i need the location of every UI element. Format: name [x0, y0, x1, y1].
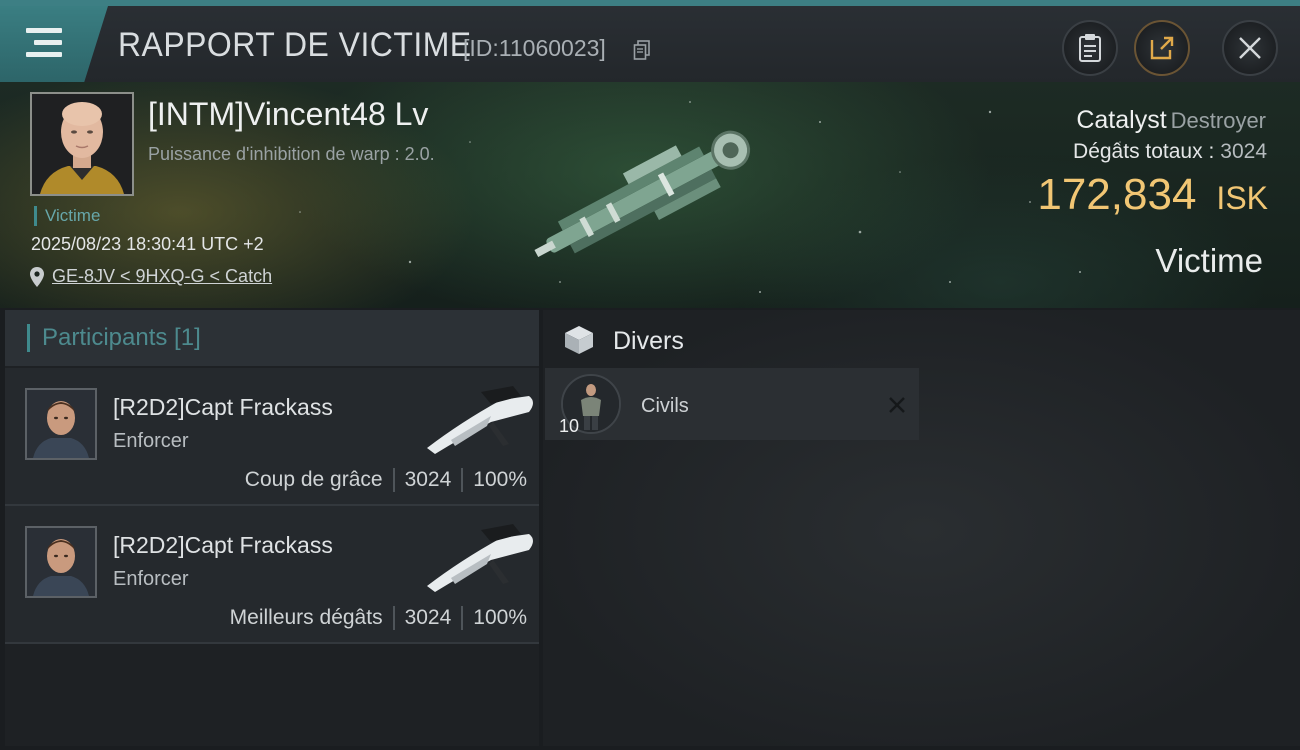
- divers-title: Divers: [613, 327, 684, 355]
- participant-ship: Enforcer: [113, 430, 189, 452]
- participants-header: Participants [1]: [5, 310, 539, 366]
- participant-ship: Enforcer: [113, 568, 189, 590]
- close-icon[interactable]: [888, 396, 906, 414]
- participant-name[interactable]: [R2D2]Capt Frackass: [113, 532, 333, 559]
- clipboard-icon: [1079, 34, 1101, 62]
- row-divider: [5, 642, 539, 644]
- participant-portrait-image: [27, 390, 95, 458]
- participants-title: Participants [1]: [27, 324, 201, 352]
- victim-banner: [INTM]Vincent48 Lv Puissance d'inhibitio…: [0, 82, 1300, 308]
- victim-role: Victime: [1155, 242, 1263, 279]
- copy-icon[interactable]: [633, 40, 651, 60]
- report-id: [ID:11060023]: [463, 35, 606, 61]
- participant-avatar[interactable]: [25, 526, 97, 598]
- participants-panel: Participants [1] [R2D2]Capt Frackass Enf…: [5, 310, 539, 746]
- victim-portrait-image: [32, 94, 132, 194]
- close-button[interactable]: [1222, 20, 1278, 76]
- participant-portrait-image: [27, 528, 95, 596]
- participant-ship-image[interactable]: [421, 520, 539, 598]
- cube-icon: [565, 326, 593, 354]
- kill-datetime: 2025/08/23 18:30:41 UTC +2: [31, 234, 264, 254]
- share-icon: [1150, 36, 1174, 60]
- stat-divider: [461, 606, 464, 630]
- participant-damage: 3024: [404, 468, 452, 491]
- isk-unit: ISK: [1216, 180, 1268, 216]
- page-title: RAPPORT DE VICTIME: [118, 26, 472, 64]
- stat-divider: [392, 468, 395, 492]
- participant-stats: Meilleurs dégâts 3024 100%: [230, 606, 527, 630]
- location-link[interactable]: GE-8JV < 9HXQ-G < Catch: [52, 266, 272, 287]
- participant-row[interactable]: [R2D2]Capt Frackass Enforcer Coup de grâ…: [5, 368, 539, 504]
- share-button[interactable]: [1134, 20, 1190, 76]
- victim-ship-image[interactable]: [515, 122, 790, 257]
- victim-ship[interactable]: Catalyst Destroyer: [1076, 106, 1266, 135]
- participant-label: Meilleurs dégâts: [229, 606, 383, 629]
- participant-damage: 3024: [404, 606, 452, 629]
- participant-percent: 100%: [473, 468, 527, 491]
- ship-class: Destroyer: [1170, 108, 1266, 133]
- participant-percent: 100%: [473, 606, 527, 629]
- victim-tag: Victime: [34, 206, 100, 226]
- victim-name[interactable]: [INTM]Vincent48 Lv: [148, 96, 428, 133]
- participant-row[interactable]: [R2D2]Capt Frackass Enforcer Meilleurs d…: [5, 506, 539, 642]
- close-icon: [1239, 37, 1261, 59]
- stat-divider: [461, 468, 464, 492]
- menu-icon: [26, 28, 62, 58]
- divers-panel: Divers 10 Civils: [543, 310, 1300, 746]
- isk-value: 172,834 ISK: [1037, 170, 1268, 220]
- item-civils[interactable]: 10 Civils: [545, 368, 919, 440]
- location-pin-icon: [30, 266, 44, 287]
- participant-avatar[interactable]: [25, 388, 97, 460]
- kill-location[interactable]: GE-8JV < 9HXQ-G < Catch: [30, 266, 272, 287]
- item-name: Civils: [641, 395, 689, 417]
- title-bar: RAPPORT DE VICTIME [ID:11060023]: [0, 0, 1300, 82]
- victim-avatar[interactable]: [30, 92, 134, 196]
- item-quantity: 10: [559, 416, 580, 436]
- ship-name: Catalyst: [1076, 106, 1167, 134]
- total-damage-value: 3024: [1220, 140, 1267, 163]
- divers-header: Divers: [543, 310, 1300, 368]
- participant-name[interactable]: [R2D2]Capt Frackass: [113, 394, 333, 421]
- victim-warp-strength: Puissance d'inhibition de warp : 2.0.: [148, 144, 435, 164]
- total-damage: Dégâts totaux :3024: [1073, 140, 1267, 164]
- participant-stats: Coup de grâce 3024 100%: [245, 468, 527, 492]
- total-damage-label: Dégâts totaux :: [1073, 140, 1215, 163]
- participant-ship-image[interactable]: [421, 382, 539, 460]
- isk-amount: 172,834: [1037, 170, 1197, 219]
- participant-label: Coup de grâce: [244, 468, 383, 491]
- stat-divider: [392, 606, 395, 630]
- clipboard-button[interactable]: [1062, 20, 1118, 76]
- menu-button[interactable]: [0, 6, 108, 82]
